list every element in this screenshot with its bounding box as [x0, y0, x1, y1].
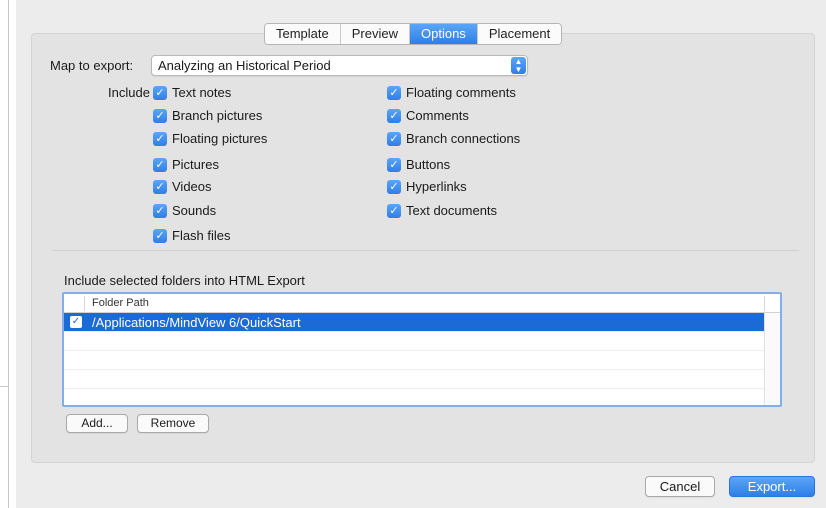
checkmark-icon: ✓ [153, 203, 167, 218]
folder-path: /Applications/MindView 6/QuickStart [92, 315, 301, 330]
table-row[interactable]: ✓ /Applications/MindView 6/QuickStart [64, 313, 764, 332]
checkbox-floating-pictures[interactable]: ✓ Floating pictures [153, 130, 267, 147]
left-edge-strip [0, 0, 16, 508]
checkbox-label: Text documents [406, 203, 498, 218]
checkbox-label: Pictures [172, 157, 219, 172]
table-header: Folder Path [64, 294, 780, 313]
checkbox-label: Buttons [406, 157, 451, 172]
checkbox-text-documents[interactable]: ✓ Text documents [387, 202, 497, 219]
table-row-empty[interactable] [64, 370, 764, 389]
checkbox-label: Branch connections [406, 131, 521, 146]
left-edge-tick [0, 386, 8, 387]
export-button[interactable]: Export... [729, 476, 815, 497]
checkbox-videos[interactable]: ✓ Videos [153, 178, 212, 195]
tab-template[interactable]: Template [265, 24, 341, 44]
checkbox-sounds[interactable]: ✓ Sounds [153, 202, 216, 219]
checkbox-label: Floating pictures [172, 131, 268, 146]
include-label: Include [108, 85, 150, 100]
checkmark-icon: ✓ [153, 108, 167, 123]
tab-preview[interactable]: Preview [340, 24, 410, 44]
checkmark-icon: ✓ [153, 85, 167, 100]
checkbox-pictures[interactable]: ✓ Pictures [153, 156, 219, 173]
checkbox-label: Floating comments [406, 85, 516, 100]
checkbox-label: Hyperlinks [406, 179, 467, 194]
checkbox-label: Videos [172, 179, 212, 194]
column-divider [764, 296, 765, 311]
tab-bar: Template Preview Options Placement [264, 23, 563, 45]
checkmark-icon: ✓ [387, 203, 401, 218]
remove-button[interactable]: Remove [137, 414, 209, 433]
checkbox-label: Sounds [172, 203, 217, 218]
checkmark-icon: ✓ [153, 228, 167, 243]
column-divider [84, 296, 85, 311]
checkmark-icon: ✓ [387, 85, 401, 100]
checkmark-icon: ✓ [153, 131, 167, 146]
checkbox-hyperlinks[interactable]: ✓ Hyperlinks [387, 178, 467, 195]
map-to-export-value: Analyzing an Historical Period [158, 58, 331, 73]
map-to-export-select[interactable]: Analyzing an Historical Period ▲ ▼ [151, 55, 528, 76]
checkbox-text-notes[interactable]: ✓ Text notes [153, 84, 231, 101]
checkbox-buttons[interactable]: ✓ Buttons [387, 156, 450, 173]
checkmark-icon: ✓ [387, 108, 401, 123]
tab-options[interactable]: Options [410, 24, 478, 44]
checkmark-icon: ✓ [387, 131, 401, 146]
section-divider [52, 250, 799, 251]
checkbox-label: Comments [406, 108, 469, 123]
map-to-export-label: Map to export: [50, 58, 134, 73]
tab-placement[interactable]: Placement [477, 24, 562, 44]
checkbox-branch-connections[interactable]: ✓ Branch connections [387, 130, 520, 147]
checkbox-label: Text notes [172, 85, 232, 100]
table-row-empty[interactable] [64, 332, 764, 351]
checkbox-flash-files[interactable]: ✓ Flash files [153, 227, 231, 244]
folder-table[interactable]: Folder Path ✓ /Applications/MindView 6/Q… [62, 292, 782, 407]
checkmark-icon: ✓ [153, 179, 167, 194]
column-header-folder-path[interactable]: Folder Path [92, 297, 149, 309]
checkbox-floating-comments[interactable]: ✓ Floating comments [387, 84, 516, 101]
checkmark-icon: ✓ [387, 179, 401, 194]
chevron-up-down-icon: ▲ ▼ [511, 57, 526, 74]
checkbox-label: Flash files [172, 228, 231, 243]
checkmark-icon: ✓ [387, 157, 401, 172]
checkbox-comments[interactable]: ✓ Comments [387, 107, 469, 124]
checkbox-branch-pictures[interactable]: ✓ Branch pictures [153, 107, 262, 124]
left-edge-divider [8, 0, 9, 508]
cancel-button[interactable]: Cancel [645, 476, 715, 497]
folders-section-label: Include selected folders into HTML Expor… [64, 273, 305, 288]
table-row-empty[interactable] [64, 389, 764, 405]
table-row-empty[interactable] [64, 351, 764, 370]
table-scrollbar[interactable] [764, 313, 780, 405]
checkbox-label: Branch pictures [172, 108, 263, 123]
row-checkbox[interactable]: ✓ [70, 316, 82, 328]
add-button[interactable]: Add... [66, 414, 128, 433]
checkmark-icon: ✓ [153, 157, 167, 172]
